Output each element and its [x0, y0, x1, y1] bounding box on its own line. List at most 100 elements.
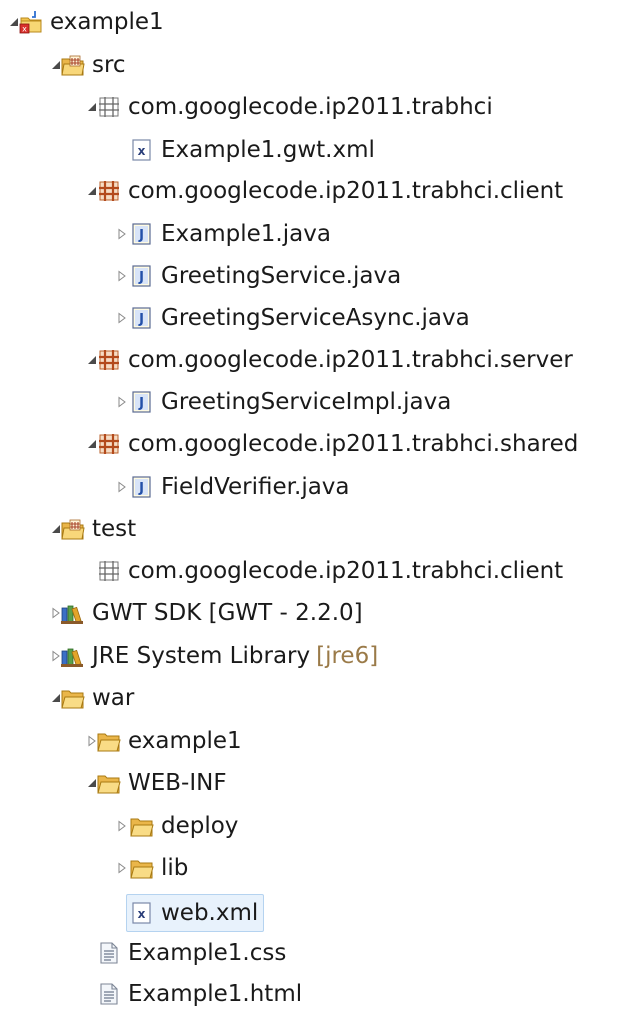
tree-item-label: web.xml: [161, 900, 259, 926]
tree-item[interactable]: Example1.html: [0, 974, 622, 1014]
tree-item-label: WEB-INF: [128, 770, 227, 796]
tree-item-label: com.googlecode.ip2011.trabhci.client: [128, 178, 564, 204]
tree-item-content[interactable]: com.googlecode.ip2011.trabhci.server: [96, 343, 573, 377]
source-folder-icon: [60, 516, 86, 542]
tree-item-content[interactable]: war: [60, 681, 134, 715]
tree-item-content[interactable]: JRE System Library [jre6]: [60, 639, 378, 673]
tree-item[interactable]: J GreetingServiceImpl.java: [0, 382, 622, 422]
tree-item-content[interactable]: x Example1.gwt.xml: [129, 133, 375, 167]
svg-text:J: J: [138, 228, 144, 243]
tree-item-label: Example1.java: [161, 221, 331, 247]
tree-item[interactable]: Example1.css: [0, 933, 622, 973]
tree-item-label: war: [92, 685, 135, 711]
tree-item-content[interactable]: com.googlecode.ip2011.trabhci.shared: [96, 427, 578, 461]
tree-item-content[interactable]: Example1.css: [96, 936, 286, 970]
package-empty-icon: [96, 94, 122, 120]
tree-item[interactable]: lib: [0, 848, 622, 888]
expand-toggle-icon[interactable]: [115, 861, 129, 875]
tree-item-label: Example1.css: [128, 940, 287, 966]
tree-item[interactable]: com.googlecode.ip2011.trabhci: [0, 87, 622, 127]
tree-item[interactable]: J GreetingService.java: [0, 256, 622, 296]
gwt-project-icon: x: [18, 9, 44, 35]
tree-item-decoration: [jre6]: [316, 643, 379, 669]
tree-item-label: example1: [50, 9, 164, 35]
tree-item-label: Example1.html: [128, 981, 303, 1007]
folder-icon: [96, 770, 122, 796]
expand-toggle-icon[interactable]: [115, 227, 129, 241]
tree-item-label: com.googlecode.ip2011.trabhci: [128, 94, 493, 120]
tree-item-content[interactable]: J FieldVerifier.java: [129, 470, 350, 504]
expand-toggle-icon[interactable]: [115, 395, 129, 409]
svg-text:J: J: [138, 312, 144, 327]
tree-item-content[interactable]: J Example1.java: [129, 217, 331, 251]
tree-item[interactable]: deploy: [0, 806, 622, 846]
source-folder-icon: [60, 52, 86, 78]
tree-item-content[interactable]: J GreetingServiceImpl.java: [129, 385, 451, 419]
project-explorer-tree: x example1 src com.googlecode.ip2011.trabhc…: [0, 0, 622, 1007]
svg-text:J: J: [138, 396, 144, 411]
folder-icon: [129, 855, 155, 881]
tree-item-label: com.googlecode.ip2011.trabhci.client: [128, 558, 564, 584]
tree-item-content[interactable]: com.googlecode.ip2011.trabhci.client: [96, 554, 563, 588]
tree-item-content[interactable]: example1: [96, 724, 242, 758]
tree-item[interactable]: com.googlecode.ip2011.trabhci.client: [0, 551, 622, 591]
java-file-icon: J: [129, 263, 155, 289]
tree-item[interactable]: x web.xml: [0, 891, 622, 932]
tree-item[interactable]: J Example1.java: [0, 214, 622, 254]
tree-item[interactable]: example1: [0, 721, 622, 761]
library-icon: [60, 643, 86, 669]
tree-item[interactable]: J FieldVerifier.java: [0, 467, 622, 507]
java-file-icon: J: [129, 305, 155, 331]
tree-item-label: src: [92, 52, 126, 78]
tree-item[interactable]: J GreetingServiceAsync.java: [0, 298, 622, 338]
tree-item-content[interactable]: test: [60, 512, 136, 546]
java-file-icon: J: [129, 474, 155, 500]
svg-text:x: x: [138, 907, 146, 921]
tree-item-label: deploy: [161, 813, 239, 839]
folder-icon: [96, 728, 122, 754]
package-icon: [96, 431, 122, 457]
expand-toggle-icon[interactable]: [115, 311, 129, 325]
expand-toggle-icon[interactable]: [115, 819, 129, 833]
tree-item-content[interactable]: src: [60, 48, 126, 82]
tree-item-content[interactable]: lib: [129, 851, 188, 885]
svg-text:x: x: [22, 25, 27, 34]
tree-item[interactable]: com.googlecode.ip2011.trabhci.client: [0, 171, 622, 211]
package-icon: [96, 347, 122, 373]
tree-item[interactable]: war: [0, 678, 622, 718]
library-icon: [60, 600, 86, 626]
tree-item-label: example1: [128, 728, 242, 754]
tree-item-label: com.googlecode.ip2011.trabhci.server: [128, 347, 573, 373]
tree-item[interactable]: test: [0, 509, 622, 549]
tree-item-content[interactable]: J GreetingServiceAsync.java: [129, 301, 470, 335]
tree-item-content[interactable]: Example1.html: [96, 977, 302, 1011]
expand-toggle-icon[interactable]: [115, 480, 129, 494]
tree-item-label: JRE System Library: [92, 643, 311, 669]
expand-toggle-icon[interactable]: [115, 269, 129, 283]
tree-item-label: lib: [161, 855, 189, 881]
tree-item-content[interactable]: com.googlecode.ip2011.trabhci.client: [96, 174, 563, 208]
tree-item-label: FieldVerifier.java: [161, 474, 350, 500]
tree-item-content[interactable]: com.googlecode.ip2011.trabhci: [96, 90, 493, 124]
tree-item-content[interactable]: WEB-INF: [96, 766, 227, 800]
tree-item-content[interactable]: J GreetingService.java: [129, 259, 401, 293]
tree-item[interactable]: WEB-INF: [0, 763, 622, 803]
folder-icon: [60, 685, 86, 711]
tree-item[interactable]: com.googlecode.ip2011.trabhci.shared: [0, 424, 622, 464]
tree-item-content[interactable]: GWT SDK [GWT - 2.2.0]: [60, 596, 363, 630]
tree-item[interactable]: src: [0, 45, 622, 85]
tree-item-label: GreetingServiceImpl.java: [161, 389, 452, 415]
svg-text:x: x: [138, 144, 146, 158]
package-icon: [96, 178, 122, 204]
tree-item[interactable]: JRE System Library [jre6]: [0, 636, 622, 676]
tree-item[interactable]: x Example1.gwt.xml: [0, 130, 622, 170]
tree-item-content[interactable]: deploy: [129, 809, 238, 843]
tree-item-label: GreetingServiceAsync.java: [161, 305, 470, 331]
tree-item-content[interactable]: x web.xml: [126, 894, 265, 932]
tree-item[interactable]: GWT SDK [GWT - 2.2.0]: [0, 593, 622, 633]
tree-item-label: test: [92, 516, 137, 542]
tree-item[interactable]: com.googlecode.ip2011.trabhci.server: [0, 340, 622, 380]
tree-item-content[interactable]: x example1: [18, 5, 164, 39]
text-file-icon: [96, 981, 122, 1007]
tree-item[interactable]: x example1: [0, 2, 622, 42]
